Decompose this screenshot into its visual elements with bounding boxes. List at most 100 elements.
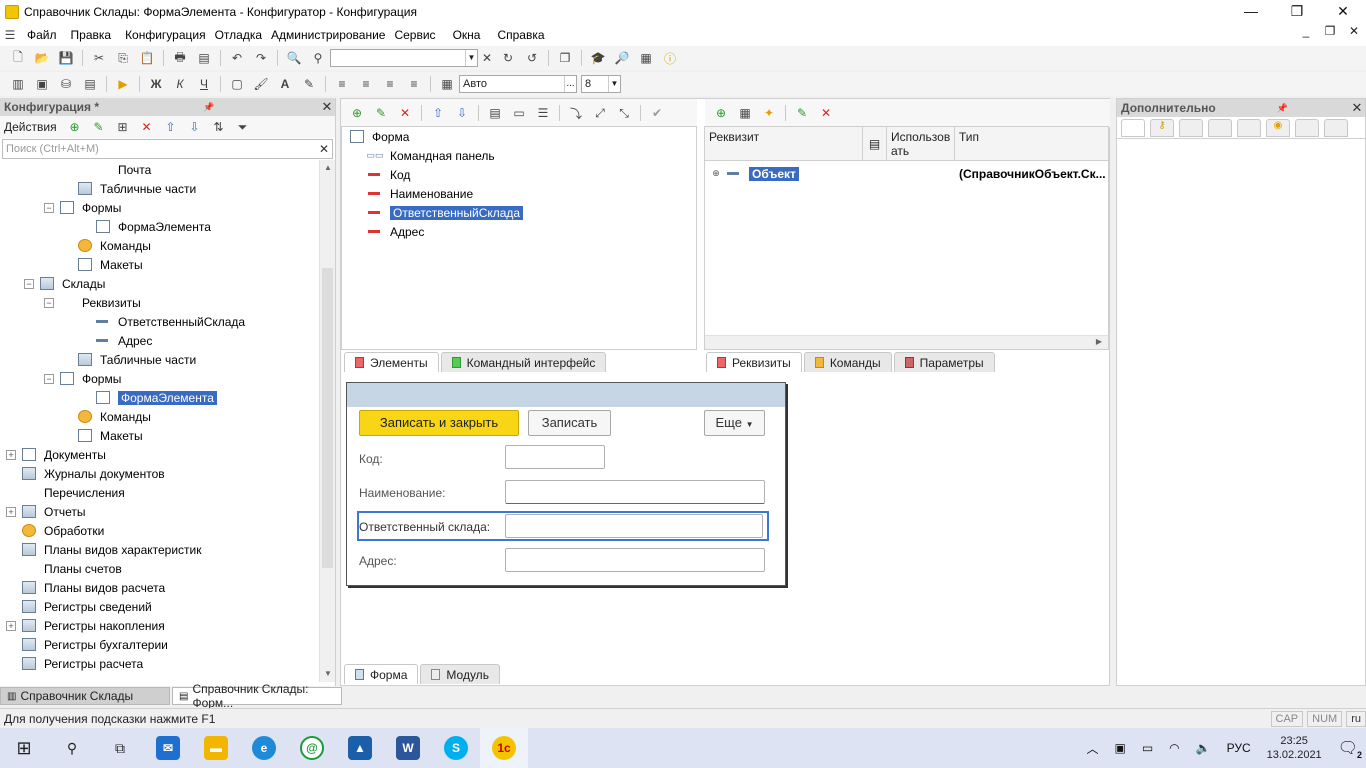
move-up-icon[interactable]: ⇧ (161, 118, 181, 136)
tree-item[interactable]: Табличные части (0, 350, 318, 369)
properties-icon[interactable]: ▤ (485, 104, 505, 122)
notifications-icon[interactable]: 🗨 2 (1338, 738, 1362, 760)
language-indicator[interactable]: ru (1346, 710, 1366, 727)
expand-icon[interactable]: + (6, 449, 16, 460)
more-button[interactable]: Еще ▼ (704, 410, 765, 436)
edit-list-icon[interactable]: ▦ (636, 49, 656, 67)
move-down-icon[interactable]: ⇩ (185, 118, 205, 136)
paste-icon[interactable]: 📋 (137, 49, 157, 67)
responsible-field[interactable] (505, 514, 763, 538)
module-icon[interactable]: ▣ (32, 75, 52, 93)
tree-item[interactable]: Журналы документов (0, 464, 318, 483)
onec-icon[interactable]: 1c (480, 728, 528, 768)
align-center-icon[interactable]: ≡ (356, 75, 376, 93)
align-right-icon[interactable]: ≡ (380, 75, 400, 93)
address-field[interactable] (505, 548, 765, 572)
mdi-close-button[interactable]: ✕ (1342, 24, 1366, 38)
scroll-right-icon[interactable]: ▶ (1096, 337, 1102, 346)
delete-icon[interactable]: ✕ (137, 118, 157, 136)
table-row[interactable]: ⊕ Объект (СправочникОбъект.Ск... (705, 164, 1108, 183)
find-next-icon[interactable]: ↻ (498, 49, 518, 67)
tree-item[interactable]: − Реквизиты (0, 293, 318, 312)
tab-key-icon[interactable]: ⚷ (1150, 119, 1174, 137)
layout-icon[interactable]: ▭ (509, 104, 529, 122)
search-input[interactable]: Поиск (Ctrl+Alt+M) ✕ (2, 139, 333, 159)
font-select[interactable]: Авто... (459, 75, 577, 93)
tree-item[interactable]: Макеты (0, 255, 318, 274)
tree-item[interactable]: Обработки (0, 521, 318, 540)
tree-item[interactable]: Табличные части (0, 179, 318, 198)
window-tab-catalog[interactable]: ▥ Справочник Склады (0, 687, 170, 705)
menu-file[interactable]: Файл (20, 28, 64, 42)
element-item[interactable]: Код (342, 165, 696, 184)
menu-edit[interactable]: Правка (64, 28, 119, 42)
close-icon[interactable]: ✕ (1349, 100, 1365, 116)
clear-search-icon[interactable]: ✕ (480, 49, 494, 67)
expand-icon[interactable]: ⤡ (614, 104, 634, 122)
mail-icon[interactable]: ✉ (144, 728, 192, 768)
tab-requisites[interactable]: Реквизиты (706, 352, 802, 372)
run-icon[interactable]: ▶ (113, 75, 133, 93)
grid-icon[interactable]: ▥ (8, 75, 28, 93)
skype-icon[interactable]: S (432, 728, 480, 768)
tree-root-form[interactable]: Форма (342, 127, 696, 146)
add-requisite-icon[interactable]: ⊕ (711, 104, 731, 122)
tree-item[interactable]: Перечисления (0, 483, 318, 502)
element-item[interactable]: Наименование (342, 184, 696, 203)
scroll-thumb[interactable] (322, 268, 333, 568)
tab-module[interactable]: Модуль (420, 664, 500, 684)
close-button[interactable]: ✕ (1320, 0, 1366, 24)
pin-icon[interactable]: 📌 (1274, 103, 1290, 114)
print-preview-icon[interactable]: ▤ (194, 49, 214, 67)
volume-icon[interactable]: 🔈 (1196, 741, 1211, 755)
windows-icon[interactable]: ❐ (555, 49, 575, 67)
scroll-down-icon[interactable]: ▼ (320, 666, 336, 682)
tray-app-icon[interactable]: ▣ (1114, 741, 1125, 755)
code-field[interactable] (505, 445, 605, 469)
tab-1[interactable] (1121, 119, 1145, 137)
search-icon[interactable]: ⚲ (308, 49, 328, 67)
copy-add-icon[interactable]: ⊞ (113, 118, 133, 136)
tab-parameters[interactable]: Параметры (893, 352, 995, 372)
align-left-icon[interactable]: ≡ (332, 75, 352, 93)
highlight-icon[interactable]: ✎ (299, 75, 319, 93)
tab-7[interactable] (1295, 119, 1319, 137)
close-icon[interactable]: ✕ (319, 99, 335, 115)
tree-item[interactable]: Макеты (0, 426, 318, 445)
copy-icon[interactable]: ⎘ (113, 49, 133, 67)
start-button[interactable]: ⊞ (0, 728, 48, 768)
mdi-restore-button[interactable]: ❐ (1318, 24, 1342, 38)
tree-item[interactable]: Планы счетов (0, 559, 318, 578)
chevron-down-icon[interactable]: ▼ (608, 76, 620, 92)
tree-item[interactable]: Регистры бухгалтерии (0, 635, 318, 654)
maximize-button[interactable]: ❐ (1274, 0, 1320, 24)
chevron-down-icon[interactable]: ▼ (465, 50, 477, 66)
tree-item[interactable]: ОтветственныйСклада (0, 312, 318, 331)
bold-icon[interactable]: Ж (146, 75, 166, 93)
tree-item[interactable]: Адрес (0, 331, 318, 350)
tree-item[interactable]: + Регистры накопления (0, 616, 318, 635)
check-icon[interactable]: ✔ (647, 104, 667, 122)
new-file-icon[interactable]: 🗋 (8, 49, 28, 67)
list-icon[interactable]: ☰ (533, 104, 553, 122)
edge-icon[interactable]: e (240, 728, 288, 768)
tree-item[interactable]: − Склады (0, 274, 318, 293)
task-view-icon[interactable]: ⧉ (96, 728, 144, 768)
edit-icon[interactable]: ✎ (371, 104, 391, 122)
mdi-minimize-button[interactable]: _ (1294, 24, 1318, 38)
explorer-icon[interactable]: ▬ (192, 728, 240, 768)
find-object-icon[interactable]: 🔎 (612, 49, 632, 67)
battery-icon[interactable]: ▭ (1142, 741, 1153, 755)
menu-help[interactable]: Справка (487, 28, 551, 42)
wifi-icon[interactable]: ◠ (1169, 741, 1179, 755)
tab-elements[interactable]: Элементы (344, 352, 439, 372)
word-icon[interactable]: W (384, 728, 432, 768)
expand-icon[interactable]: + (6, 506, 16, 517)
menu-administration[interactable]: Администрирование (269, 28, 392, 42)
redo-icon[interactable]: ↷ (251, 49, 271, 67)
scrollbar[interactable]: ▲ ▼ (319, 160, 335, 682)
grid-settings-icon[interactable]: ▤ (863, 127, 887, 160)
add-icon[interactable]: ⊕ (347, 104, 367, 122)
expand-icon[interactable]: + (6, 620, 16, 631)
tab-form[interactable]: Форма (344, 664, 419, 684)
